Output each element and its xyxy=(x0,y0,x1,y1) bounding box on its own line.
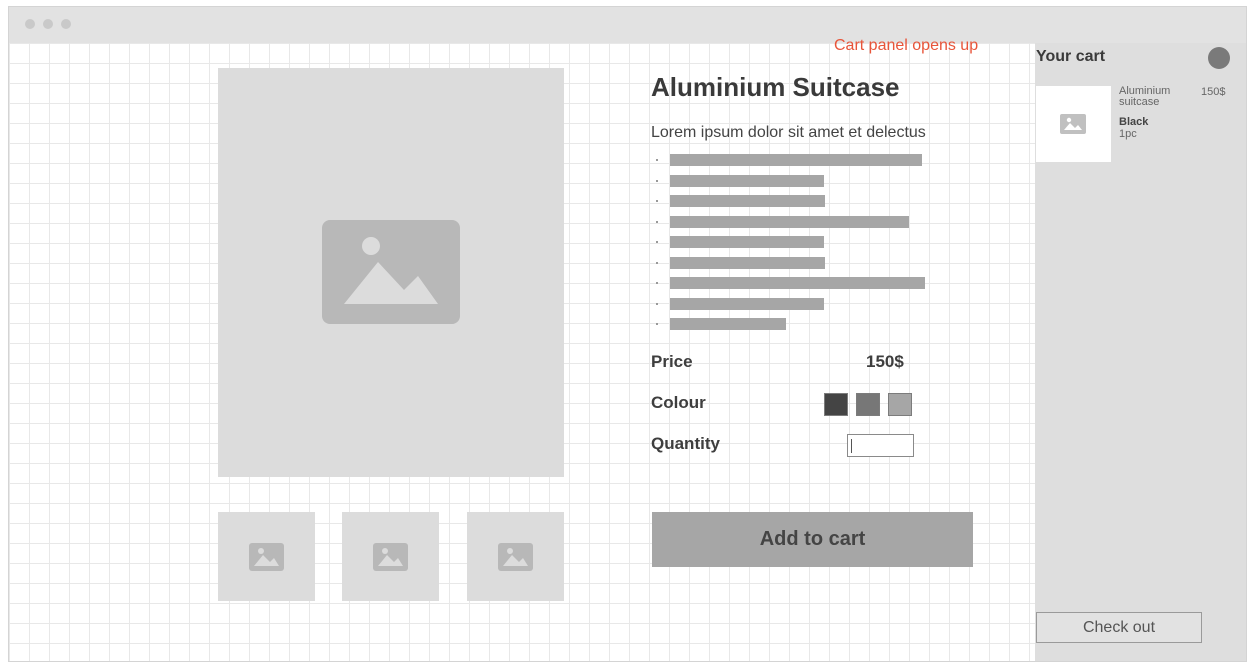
list-item xyxy=(651,314,951,335)
quantity-input[interactable] xyxy=(847,434,914,457)
colour-swatch-light[interactable] xyxy=(888,393,912,416)
price-value: 150$ xyxy=(866,352,904,371)
colour-label: Colour xyxy=(651,393,706,412)
quantity-label: Quantity xyxy=(651,434,720,453)
window-titlebar xyxy=(9,7,1246,43)
text-placeholder-bar xyxy=(670,236,824,248)
list-item xyxy=(651,150,951,171)
cart-item-colour: Black xyxy=(1119,116,1149,128)
image-placeholder-icon xyxy=(322,220,460,324)
list-item xyxy=(651,212,951,233)
text-caret xyxy=(851,439,852,453)
image-placeholder-icon xyxy=(373,543,408,571)
product-title: Aluminium Suitcase xyxy=(651,72,900,102)
main-product-image xyxy=(218,68,564,477)
text-placeholder-bar xyxy=(670,318,786,330)
close-icon[interactable] xyxy=(1208,47,1230,69)
text-placeholder-bar xyxy=(670,256,825,269)
list-item xyxy=(651,253,951,274)
add-to-cart-button[interactable]: Add to cart xyxy=(652,512,973,567)
text-placeholder-bar xyxy=(670,297,824,310)
colour-swatch-dark[interactable] xyxy=(824,393,848,416)
window-dot-icon xyxy=(61,19,71,29)
text-placeholder-bar xyxy=(670,277,925,289)
window-dot-icon xyxy=(43,19,53,29)
product-thumbnail[interactable] xyxy=(342,512,439,601)
text-placeholder-bar xyxy=(670,154,922,166)
cart-item-price: 150$ xyxy=(1201,86,1226,98)
list-item xyxy=(651,273,951,294)
image-placeholder-icon xyxy=(249,543,284,571)
list-item xyxy=(651,232,951,253)
checkout-button[interactable]: Check out xyxy=(1036,612,1202,643)
cart-item-name: Aluminium suitcase xyxy=(1119,85,1171,108)
colour-swatch-medium[interactable] xyxy=(856,393,880,416)
text-placeholder-bar xyxy=(670,215,909,228)
text-placeholder-bar xyxy=(670,195,825,207)
text-placeholder-bar xyxy=(670,174,824,187)
image-placeholder-icon xyxy=(498,543,533,571)
cart-item-thumbnail xyxy=(1036,86,1111,162)
list-item xyxy=(651,191,951,212)
annotation-note: Cart panel opens up xyxy=(834,37,979,54)
product-thumbnail[interactable] xyxy=(218,512,315,601)
list-item xyxy=(651,171,951,192)
cart-item-quantity: 1pc xyxy=(1119,128,1137,140)
product-subtitle: Lorem ipsum dolor sit amet et delectus xyxy=(651,124,926,141)
list-item xyxy=(651,294,951,315)
window-dot-icon xyxy=(25,19,35,29)
product-thumbnail[interactable] xyxy=(467,512,564,601)
cart-title: Your cart xyxy=(1036,48,1106,65)
feature-list xyxy=(651,150,951,335)
price-label: Price xyxy=(651,352,693,371)
image-placeholder-icon xyxy=(1060,114,1086,134)
